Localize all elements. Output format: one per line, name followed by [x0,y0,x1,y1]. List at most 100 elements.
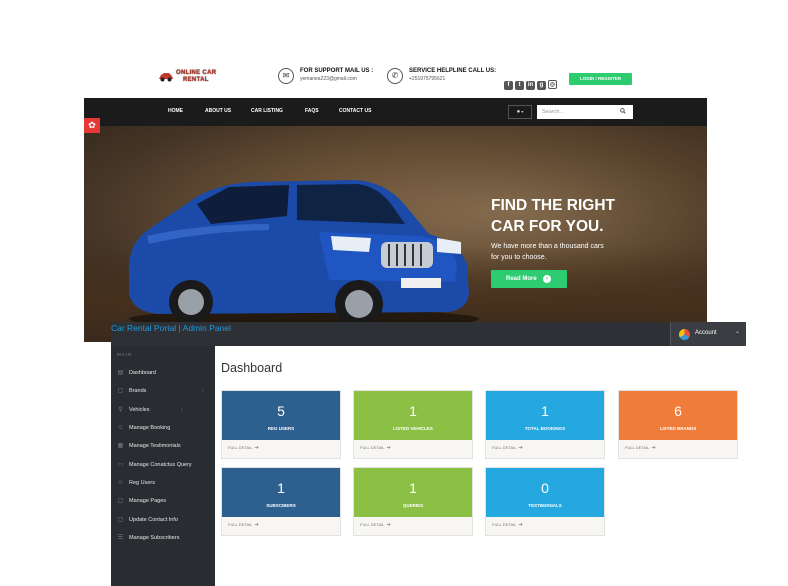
stat-card-body: 5 REG USERS [222,391,340,440]
nav-home[interactable]: HOME [168,108,183,114]
car-logo-icon [159,73,173,82]
hero-subtitle: We have more than a thousand cars for yo… [491,241,641,263]
read-more-label: Read More [506,276,537,282]
sidebar-item-dashboard[interactable]: ▤ Dashboard [111,366,215,382]
nav-car-listing[interactable]: CAR LISTING [251,108,283,114]
facebook-icon[interactable]: f [504,81,513,90]
dashboard-icon: ▤ [117,370,124,376]
search-input[interactable] [537,105,633,119]
users-icon: ☺ [117,425,124,431]
hero-subtitle-line-2: for you to choose. [491,254,547,261]
sidebar-item-label: Dashboard [129,370,156,376]
admin-header: Car Rental Portal | Admin Panel Account … [111,322,746,346]
admin-panel-title[interactable]: Car Rental Portal | Admin Panel [111,323,231,333]
hero-title-line-1: FIND THE RIGHT [491,197,615,214]
arrow-right-icon: ➔ [254,522,259,528]
chevron-right-icon: › [202,388,204,394]
files-icon: ▢ [117,498,124,504]
helpline-number[interactable]: +251975795621 [409,76,445,82]
hero-title: FIND THE RIGHT CAR FOR YOU. [491,195,691,237]
support-mail-title: FOR SUPPORT MAIL US : [300,68,374,74]
mail-icon: ✉ [278,68,294,84]
car-rental-site: ONLINE CAR RENTAL ✉ FOR SUPPORT MAIL US … [84,57,707,342]
full-detail-label: FULL DETAIL [360,445,385,450]
stat-card-body: 1 LISTED VEHICLES [354,391,472,440]
sidebar-item-label: Manage Booking [129,425,171,431]
arrow-right-icon: ➔ [518,445,523,451]
full-detail-label: FULL DETAIL [228,522,253,527]
stat-label: REG USERS [267,426,295,431]
linkedin-icon[interactable]: in [526,81,535,90]
nav-about-us[interactable]: ABOUT US [205,108,231,114]
nav-faqs[interactable]: FAQS [305,108,319,114]
stat-card-body: 0 TESTIMONIALS [486,468,604,517]
support-mail-address[interactable]: yemanea223@gmail.com [300,76,357,82]
instagram-icon[interactable]: ◎ [548,80,557,89]
sidebar-item-update-contact-info[interactable]: ▢ Update Contact Info [111,513,215,529]
sidebar-item-brands[interactable]: ▢ Brands › [111,384,215,400]
sidebar-item-label: Brands [129,388,147,394]
full-detail-link[interactable]: FULL DETAIL ➔ [360,522,391,528]
sidebar-item-label: Reg Users [129,480,155,486]
helpline-block: ✆ SERVICE HELPLINE CALL US: +25197579562… [387,67,497,89]
helpline-title: SERVICE HELPLINE CALL US: [409,68,497,74]
full-detail-label: FULL DETAIL [492,522,517,527]
hero-title-line-2: CAR FOR YOU. [491,218,604,235]
stat-card-subscribers: 1 SUBSCIBERS FULL DETAIL ➔ [221,467,341,536]
user-dropdown[interactable]: ● ▾ [508,105,532,119]
arrow-right-icon: ➔ [254,445,259,451]
sidebar-item-manage-contactus-query[interactable]: ▭ Manage Conatctus Query [111,458,215,474]
stat-label: SUBSCIBERS [266,503,296,508]
full-detail-link[interactable]: FULL DETAIL ➔ [228,522,259,528]
stat-label: LISTED VEHICLES [393,426,433,431]
full-detail-link[interactable]: FULL DETAIL ➔ [228,445,259,451]
page-title: Dashboard [221,361,283,375]
twitter-icon[interactable]: t [515,81,524,90]
site-top-header: ONLINE CAR RENTAL ✉ FOR SUPPORT MAIL US … [84,57,707,98]
nav-contact-us[interactable]: CONTACT US [339,108,371,114]
read-more-button[interactable]: Read More › [491,270,567,288]
sidebar-item-label: Update Contact Info [129,517,178,523]
stat-value: 5 [277,403,285,419]
sidebar-item-manage-booking[interactable]: ☺ Manage Booking [111,421,215,437]
logo-text-line-2: RENTAL [183,77,209,83]
search-icon[interactable] [620,108,626,114]
stat-card-testimonials: 0 TESTIMONIALS FULL DETAIL ➔ [485,467,605,536]
sidebar-item-label: Manage Subscribers [129,535,180,541]
stat-value: 0 [541,480,549,496]
logo-text-line-1: ONLINE CAR [176,70,217,76]
full-detail-label: FULL DETAIL [625,445,650,450]
full-detail-link[interactable]: FULL DETAIL ➔ [492,522,523,528]
sidebar-item-label: Manage Testimonials [129,443,181,449]
full-detail-link[interactable]: FULL DETAIL ➔ [360,445,391,451]
desktop-icon: ▭ [117,462,124,468]
sidebar-item-manage-pages[interactable]: ▢ Manage Pages [111,494,215,510]
sidebar-section-label: MAIN [117,352,133,357]
admin-sidebar: MAIN ▤ Dashboard ▢ Brands › ⚲ Vehicles ›… [111,346,215,586]
stat-value: 1 [541,403,549,419]
stat-card-body: 6 LISTED BRANDS [619,391,737,440]
stat-label: LISTED BRANDS [659,426,697,431]
full-detail-label: FULL DETAIL [492,445,517,450]
google-plus-icon[interactable]: g [537,81,546,90]
chevron-right-icon: › [181,407,183,413]
full-detail-link[interactable]: FULL DETAIL ➔ [492,445,523,451]
stat-card-listed-brands: 6 LISTED BRANDS FULL DETAIL ➔ [618,390,738,459]
hero-banner: FIND THE RIGHT CAR FOR YOU. We have more… [84,126,707,342]
sidebar-item-manage-testimonials[interactable]: ▦ Manage Testimonials [111,439,215,455]
stat-card-queries: 1 QUERIES FULL DETAIL ➔ [353,467,473,536]
phone-icon: ✆ [387,68,403,84]
sidebar-item-label: Manage Conatctus Query [129,462,192,468]
account-dropdown[interactable]: Account ⌄ [670,322,746,346]
full-detail-link[interactable]: FULL DETAIL ➔ [625,445,656,451]
sidebar-item-label: Manage Pages [129,498,166,504]
blue-suv-image [128,180,479,329]
site-logo[interactable]: ONLINE CAR RENTAL [158,69,224,85]
login-register-button[interactable]: LOGIN / REGISTER [569,73,632,85]
files-icon: ▢ [117,388,124,394]
sidebar-item-reg-users[interactable]: ☺ Reg Users [111,476,215,492]
sidebar-item-manage-subscribers[interactable]: ☰ Manage Subscribers [111,531,215,547]
settings-gear-button[interactable]: ✿ [84,118,100,133]
sidebar-item-vehicles[interactable]: ⚲ Vehicles › [111,403,215,419]
support-mail-block: ✉ FOR SUPPORT MAIL US : yemanea223@gmail… [278,67,378,89]
